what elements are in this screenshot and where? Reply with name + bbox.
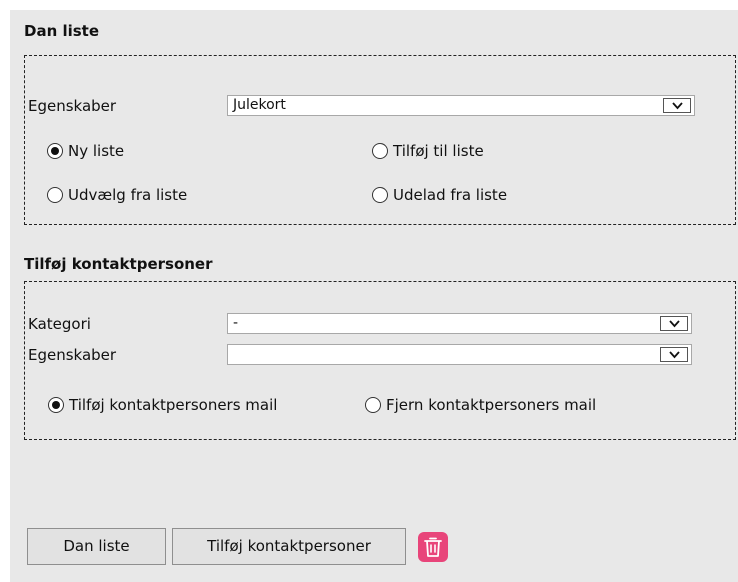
chevron-down-icon[interactable] bbox=[660, 347, 688, 362]
section-title-tilfoj-kontaktpersoner: Tilføj kontaktpersoner bbox=[24, 255, 213, 273]
radio-fjern-mail-button[interactable] bbox=[365, 397, 381, 413]
radio-udelad-fra-liste-label: Udelad fra liste bbox=[393, 186, 508, 204]
egenskaber-select[interactable]: Julekort bbox=[227, 95, 695, 116]
radio-ny-liste-button[interactable] bbox=[47, 143, 63, 159]
section-title-dan-liste: Dan liste bbox=[24, 22, 100, 40]
radio-tilfoj-mail-label: Tilføj kontaktpersoners mail bbox=[69, 396, 278, 414]
chevron-down-icon[interactable] bbox=[663, 98, 691, 113]
radio-fjern-mail[interactable]: Fjern kontaktpersoners mail bbox=[365, 396, 596, 414]
radio-udvaelg-fra-liste[interactable]: Udvælg fra liste bbox=[47, 186, 187, 204]
radio-ny-liste[interactable]: Ny liste bbox=[47, 142, 124, 160]
radio-udelad-fra-liste[interactable]: Udelad fra liste bbox=[372, 186, 507, 204]
dan-liste-button[interactable]: Dan liste bbox=[27, 528, 166, 565]
radio-tilfoj-mail[interactable]: Tilføj kontaktpersoners mail bbox=[48, 396, 277, 414]
radio-fjern-mail-label: Fjern kontaktpersoners mail bbox=[386, 396, 597, 414]
radio-tilfoj-til-liste[interactable]: Tilføj til liste bbox=[372, 142, 484, 160]
tilfoj-kontaktpersoner-button[interactable]: Tilføj kontaktpersoner bbox=[172, 528, 406, 565]
kategori-select-value: - bbox=[233, 315, 239, 331]
radio-ny-liste-label: Ny liste bbox=[68, 142, 125, 160]
radio-tilfoj-til-liste-label: Tilføj til liste bbox=[393, 142, 484, 160]
radio-tilfoj-mail-button[interactable] bbox=[48, 397, 64, 413]
radio-udvaelg-fra-liste-button[interactable] bbox=[47, 187, 63, 203]
kategori-select[interactable]: - bbox=[227, 313, 692, 334]
radio-udvaelg-fra-liste-label: Udvælg fra liste bbox=[68, 186, 188, 204]
radio-tilfoj-til-liste-button[interactable] bbox=[372, 143, 388, 159]
kategori-label: Kategori bbox=[28, 315, 91, 333]
radio-udelad-fra-liste-button[interactable] bbox=[372, 187, 388, 203]
egenskaber-select[interactable] bbox=[227, 344, 692, 365]
egenskaber-label: Egenskaber bbox=[28, 346, 117, 364]
egenskaber-select-value: Julekort bbox=[233, 97, 286, 113]
dan-liste-fieldset: Egenskaber Julekort Ny liste Tilføj til … bbox=[24, 55, 736, 225]
tilfoj-kontaktpersoner-fieldset: Kategori - Egenskaber Tilføj kontaktpers… bbox=[24, 281, 736, 440]
egenskaber-label: Egenskaber bbox=[28, 97, 117, 115]
form-panel: Dan liste Egenskaber Julekort Ny liste T… bbox=[10, 10, 738, 582]
delete-button[interactable] bbox=[418, 532, 448, 562]
chevron-down-icon[interactable] bbox=[660, 316, 688, 331]
